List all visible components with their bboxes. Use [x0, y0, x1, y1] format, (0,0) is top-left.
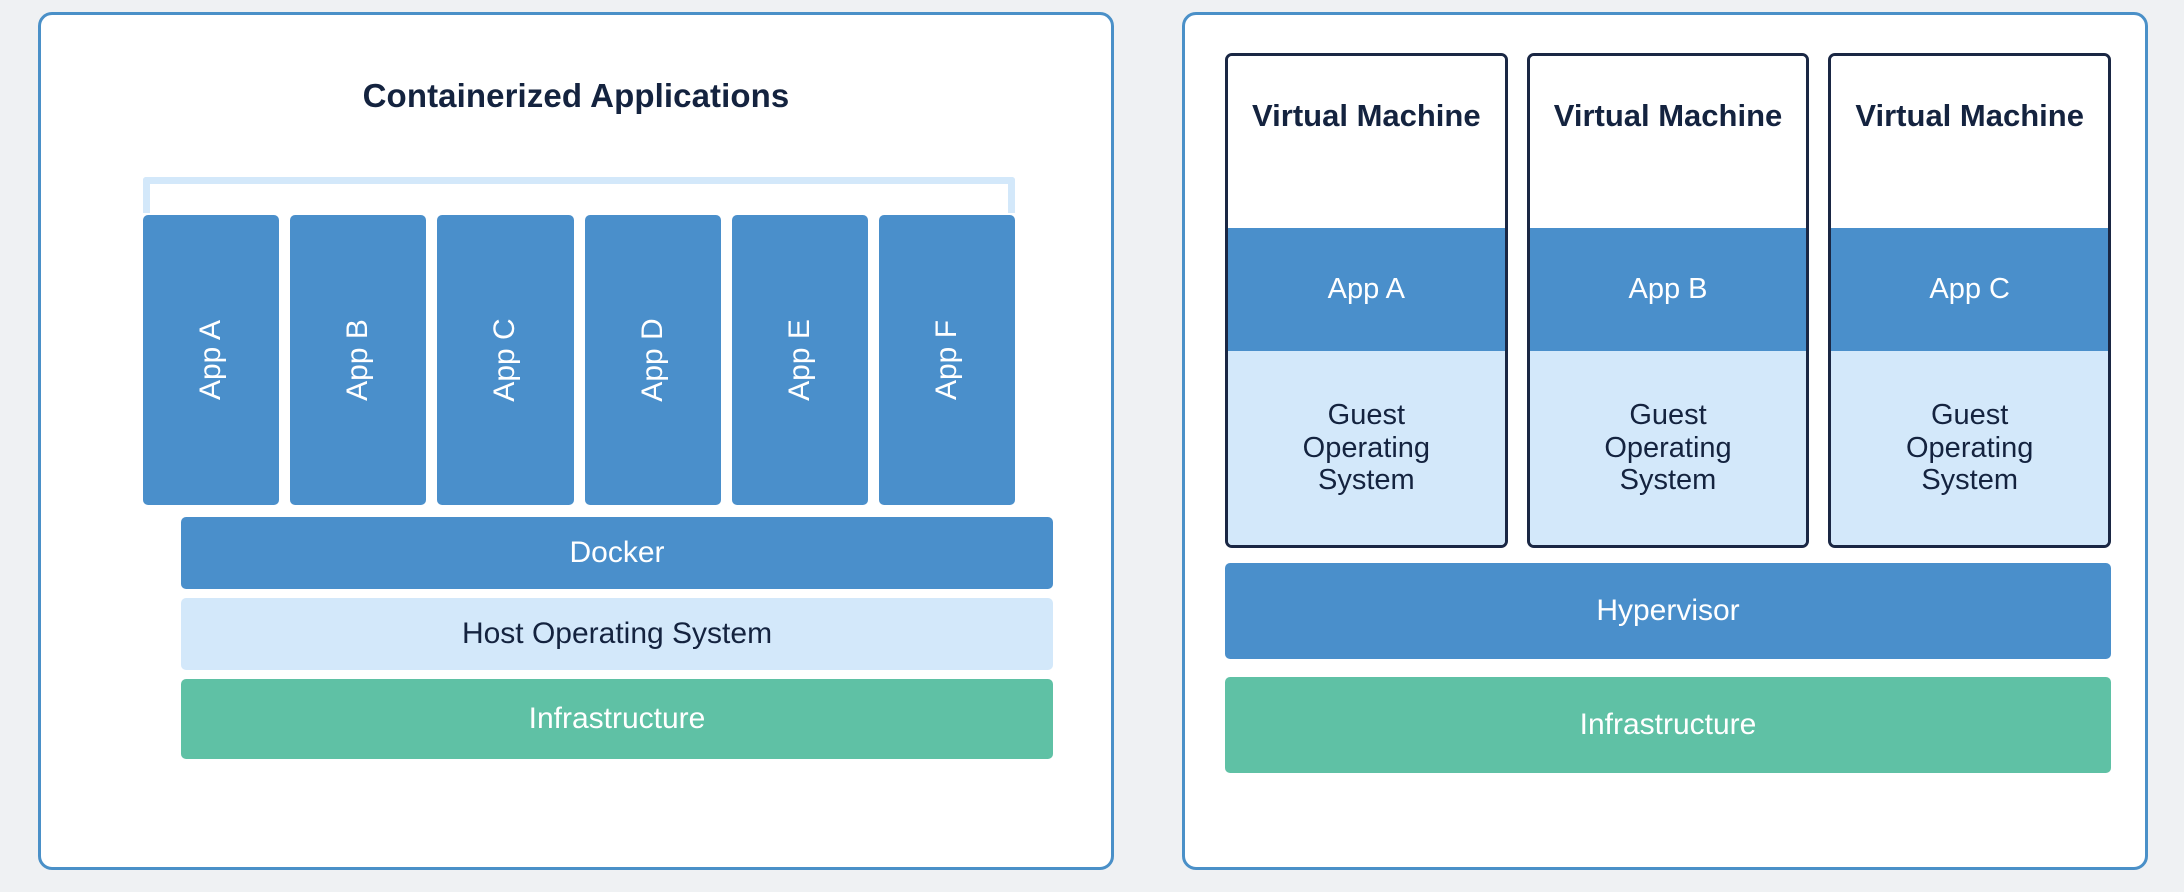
container-app-a-label: App A	[194, 319, 228, 401]
containers-panel-title: Containerized Applications	[362, 77, 790, 114]
container-app-e-label: App E	[782, 319, 816, 401]
virtual-machine-3-guest-os: Guest Operating System	[1831, 351, 2109, 545]
container-app-d[interactable]: App D	[584, 215, 721, 505]
host-operating-system-layer[interactable]: Host Operating System	[181, 598, 1053, 670]
virtual-machine-1-title: Virtual Machine	[1228, 56, 1505, 228]
container-app-a[interactable]: App A	[143, 215, 280, 505]
virtual-machine-2-title: Virtual Machine	[1529, 56, 1807, 228]
container-app-e[interactable]: App E	[731, 215, 868, 505]
virtual-machine-3-app: App C	[1831, 228, 2109, 351]
infrastructure-layer-containers[interactable]: Infrastructure	[181, 679, 1053, 759]
virtual-machine-2-guest-os: Guest Operating System	[1529, 351, 1807, 545]
diagram-canvas: Containerized Applications App A App B A…	[0, 0, 2184, 892]
virtual-machine-2[interactable]: Virtual Machine App B Guest Operating Sy…	[1526, 53, 1810, 548]
virtual-machines-panel: Virtual Machine App A Guest Operating Sy…	[1182, 12, 2148, 870]
containers-bracket	[143, 177, 1015, 213]
docker-layer[interactable]: Docker	[181, 517, 1053, 589]
container-app-f[interactable]: App F	[878, 215, 1016, 505]
container-app-c[interactable]: App C	[437, 215, 574, 505]
containers-panel: Containerized Applications App A App B A…	[38, 12, 1114, 870]
virtual-machine-3[interactable]: Virtual Machine App C Guest Operating Sy…	[1828, 53, 2112, 548]
container-app-c-label: App C	[488, 318, 522, 402]
virtual-machine-1-guest-os: Guest Operating System	[1228, 351, 1505, 545]
container-app-f-label: App F	[929, 319, 963, 401]
virtual-machine-3-title: Virtual Machine	[1831, 56, 2109, 228]
container-app-d-label: App D	[635, 318, 669, 402]
container-app-b[interactable]: App B	[290, 215, 427, 505]
virtual-machine-1[interactable]: Virtual Machine App A Guest Operating Sy…	[1225, 53, 1508, 548]
container-apps-row: App A App B App C App D App E App F	[143, 215, 1016, 505]
infrastructure-layer-vms[interactable]: Infrastructure	[1225, 677, 2111, 773]
virtual-machine-2-app: App B	[1529, 228, 1807, 351]
container-app-b-label: App B	[341, 319, 375, 401]
virtual-machine-1-app: App A	[1228, 228, 1505, 351]
hypervisor-layer[interactable]: Hypervisor	[1225, 563, 2111, 659]
virtual-machines-row: Virtual Machine App A Guest Operating Sy…	[1225, 53, 2112, 548]
